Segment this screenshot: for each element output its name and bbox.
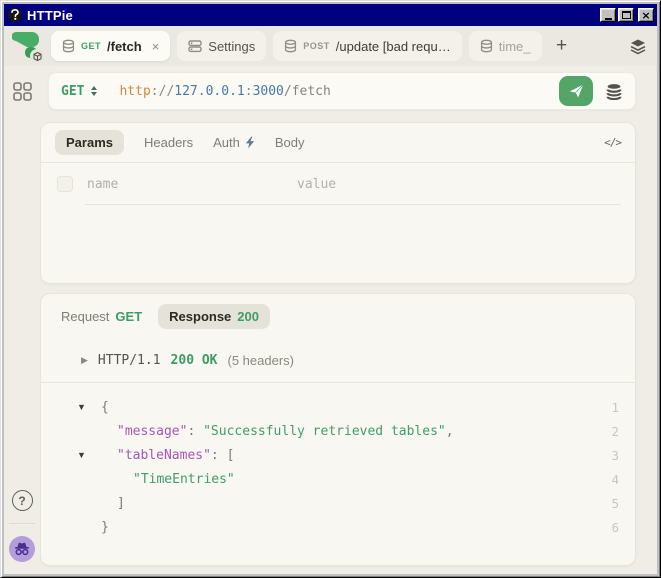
fold-closed-icon[interactable]: ▶ [81, 355, 88, 366]
method-value: GET [61, 84, 84, 99]
request-tab-strip: GET /fetch × Settings POS [4, 26, 657, 66]
code-text: "TimeEntries" [101, 472, 603, 487]
help-icon[interactable]: ? [12, 490, 33, 511]
line-number: 5 [603, 496, 635, 511]
tab-response[interactable]: Response 200 [158, 304, 270, 329]
tab-params[interactable]: Params [55, 130, 124, 155]
line-number: 1 [603, 400, 635, 415]
send-button[interactable] [559, 76, 593, 106]
code-line: ▼{1 [41, 395, 635, 419]
close-tab-icon[interactable]: × [152, 40, 160, 53]
database-icon [62, 39, 75, 53]
code-text: } [101, 520, 603, 535]
tab-label: /fetch [107, 39, 142, 54]
response-body: ▼{1"message": "Successfully retrieved ta… [41, 383, 635, 565]
tab-label: /update [bad requ… [336, 39, 451, 54]
titlebar[interactable]: HTTPie × [4, 4, 657, 26]
code-text: "tableNames": [ [101, 448, 603, 463]
request-panel-tabs: Params Headers Auth Body </> [41, 123, 635, 163]
tab-method: GET [81, 41, 101, 51]
tab-body[interactable]: Body [275, 135, 305, 150]
database-icon [284, 39, 297, 53]
sidebar-divider [9, 523, 35, 524]
package-badge-icon [30, 49, 44, 63]
url-path: /fetch [284, 84, 331, 99]
url-scheme: http [119, 84, 150, 99]
tab-auth[interactable]: Auth [213, 135, 255, 150]
tab-label: Settings [208, 39, 255, 54]
paper-plane-icon [568, 83, 585, 99]
layers-icon[interactable] [629, 38, 647, 55]
incognito-icon [14, 542, 30, 556]
database-icon [480, 39, 493, 53]
tab-settings[interactable]: Settings [177, 31, 266, 61]
code-line: ▼"tableNames": [3 [41, 443, 635, 467]
method-dropdown-icon [91, 86, 97, 96]
code-text: { [101, 400, 603, 415]
environment-icon[interactable] [601, 76, 627, 106]
line-number: 2 [603, 424, 635, 439]
user-avatar[interactable] [9, 536, 35, 562]
tab-time[interactable]: time_ [469, 31, 542, 61]
request-method-badge: GET [115, 309, 142, 324]
tab-request[interactable]: Request GET [61, 309, 142, 324]
param-row: name value [41, 163, 635, 204]
maximize-button[interactable] [618, 8, 634, 22]
param-row-divider [85, 204, 621, 205]
line-number: 3 [603, 448, 635, 463]
httpie-window-icon [7, 7, 23, 23]
tab-post-update[interactable]: POST /update [bad requ… [273, 31, 461, 61]
tab-get-fetch[interactable]: GET /fetch × [51, 31, 170, 61]
window-title: HTTPie [27, 8, 598, 23]
line-number: 4 [603, 472, 635, 487]
method-select[interactable]: GET [61, 84, 97, 99]
app-content: GET /fetch × Settings POS [4, 26, 657, 574]
url-bar: GET http://127.0.0.1:3000/fetch [48, 72, 636, 110]
param-checkbox[interactable] [57, 176, 73, 192]
param-value-input[interactable]: value [297, 177, 336, 192]
server-icon [188, 39, 202, 53]
fold-open-icon[interactable]: ▼ [77, 450, 101, 460]
response-panel-tabs: Request GET Response 200 [41, 294, 635, 337]
fold-open-icon[interactable]: ▼ [77, 402, 101, 412]
code-line: }6 [41, 515, 635, 539]
close-button[interactable]: × [638, 8, 654, 22]
response-status-line[interactable]: ▶ HTTP/1.1 200 OK (5 headers) [41, 337, 635, 382]
headers-count: (5 headers) [228, 353, 294, 368]
collections-grid-icon[interactable] [13, 82, 32, 101]
tab-label: time_ [499, 39, 531, 54]
url-host: 127.0.0.1 [174, 84, 244, 99]
param-name-input[interactable]: name [87, 177, 283, 192]
url-input[interactable]: http://127.0.0.1:3000/fetch [119, 84, 551, 99]
response-panel: Request GET Response 200 ▶ HTTP/1.1 200 … [40, 293, 636, 566]
httpie-logo [12, 30, 42, 62]
response-status-badge: 200 [237, 309, 259, 324]
request-panel: Params Headers Auth Body </> [40, 122, 636, 284]
code-text: ] [101, 496, 603, 511]
left-rail: ? [4, 66, 40, 574]
lightning-bolt-icon [245, 136, 255, 149]
status-code: 200 OK [171, 353, 218, 368]
url-port: 3000 [253, 84, 284, 99]
new-tab-button[interactable]: + [549, 31, 575, 61]
app-window: HTTPie × [0, 0, 661, 578]
tab-method: POST [303, 41, 330, 51]
code-text: "message": "Successfully retrieved table… [101, 424, 603, 439]
code-view-toggle-icon[interactable]: </> [604, 136, 621, 149]
line-number: 6 [603, 520, 635, 535]
protocol: HTTP/1.1 [98, 353, 161, 368]
tab-headers[interactable]: Headers [144, 135, 193, 150]
minimize-button[interactable] [600, 8, 616, 22]
code-line: ]5 [41, 491, 635, 515]
code-line: "TimeEntries"4 [41, 467, 635, 491]
code-line: "message": "Successfully retrieved table… [41, 419, 635, 443]
